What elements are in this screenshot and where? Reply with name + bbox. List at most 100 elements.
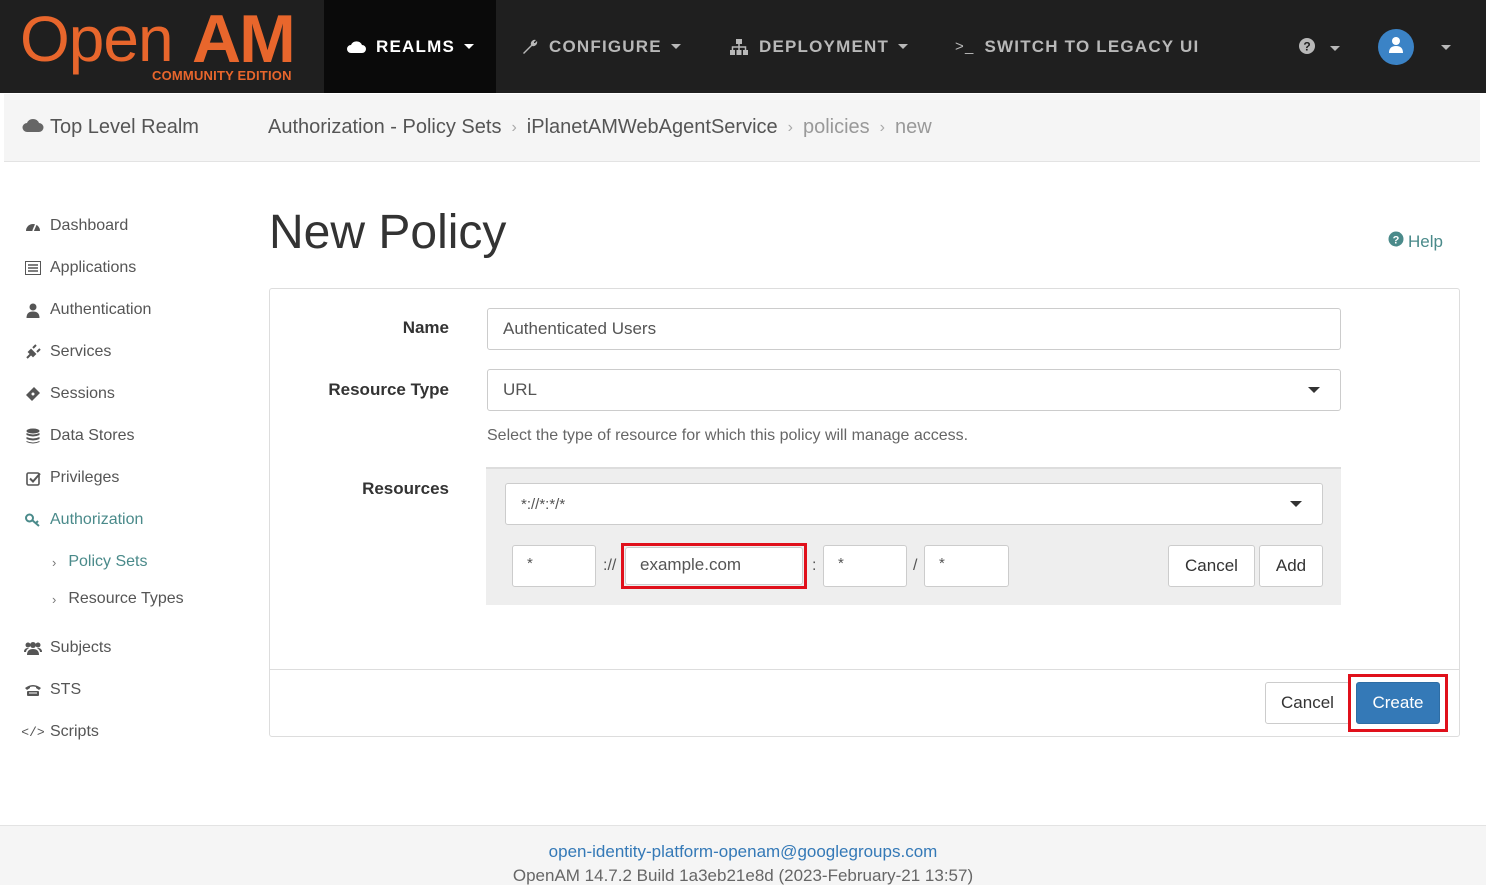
resource-pattern-select[interactable]: *://*:*/* [505, 483, 1323, 525]
breadcrumb: Authorization - Policy Sets › iPlanetAMW… [268, 116, 932, 139]
sidebar-item-label: Sessions [50, 385, 115, 402]
resources-label: Resources [362, 479, 449, 498]
name-input-value: Authenticated Users [503, 319, 657, 338]
dashboard-icon [24, 219, 42, 233]
nav-realms[interactable]: REALMS [324, 0, 496, 93]
chevron-right-icon: › [52, 554, 57, 570]
breadcrumb-current: new [895, 116, 932, 138]
question-circle-icon: ? [1388, 231, 1404, 252]
nav-switch-legacy[interactable]: >_ SWITCH TO LEGACY UI [955, 0, 1199, 93]
sidebar-item-label: Services [50, 343, 112, 360]
database-icon [24, 428, 42, 444]
openam-logo[interactable]: Open AM COMMUNITY EDITION [20, 1, 310, 88]
check-square-icon [24, 471, 42, 486]
sidebar-item-label: Applications [50, 259, 137, 276]
cancel-resource-button[interactable]: Cancel [1168, 545, 1255, 587]
breadcrumb-separator-icon: › [511, 118, 517, 136]
nav-configure[interactable]: CONFIGURE [521, 0, 681, 93]
sidebar-item-authorization[interactable]: Authorization [24, 509, 143, 531]
sidebar-subitem-resource-types[interactable]: › Resource Types [52, 590, 184, 608]
host-highlight [621, 543, 807, 589]
users-icon [24, 641, 42, 655]
breadcrumb-separator-icon: › [787, 118, 793, 136]
sidebar-item-authentication[interactable]: Authentication [24, 299, 151, 321]
chevron-down-icon [1290, 501, 1302, 507]
cloud-icon [346, 40, 366, 54]
breadcrumb-policies[interactable]: policies [803, 116, 870, 139]
question-circle-icon: ? [1298, 37, 1316, 60]
sidebar-item-privileges[interactable]: Privileges [24, 467, 119, 489]
sidebar-item-sessions[interactable]: Sessions [24, 383, 115, 405]
nav-legacy-label: SWITCH TO LEGACY UI [984, 36, 1200, 56]
chevron-right-icon: › [52, 591, 57, 607]
panel-footer-divider [270, 669, 1459, 670]
sidebar-item-applications[interactable]: Applications [24, 257, 136, 279]
resource-type-hint: Select the type of resource for which th… [487, 427, 969, 444]
logo-edition-text: COMMUNITY EDITION [152, 68, 292, 83]
user-menu-chevron-icon[interactable] [1441, 45, 1451, 50]
key-icon [24, 513, 42, 527]
resource-type-label: Resource Type [328, 380, 449, 399]
sidebar-item-label: Authorization [50, 511, 144, 528]
sidebar-item-label: Dashboard [50, 217, 129, 234]
sidebar-item-label: STS [50, 681, 82, 698]
sidebar-item-label: Authentication [50, 301, 152, 318]
breadcrumb-policy-set[interactable]: iPlanetAMWebAgentService [527, 116, 778, 139]
top-navbar: Open AM COMMUNITY EDITION REALMS CONFIGU… [0, 0, 1486, 93]
sidebar-item-services[interactable]: Services [24, 341, 111, 363]
chevron-down-icon [670, 44, 681, 49]
sidebar-item-label: Privileges [50, 469, 120, 486]
sidebar-item-subjects[interactable]: Subjects [24, 637, 111, 659]
plug-icon [24, 344, 42, 360]
sidebar-item-data-stores[interactable]: Data Stores [24, 425, 134, 447]
sidebar-item-label: Data Stores [50, 427, 135, 444]
path-input[interactable]: * [924, 545, 1009, 587]
user-avatar[interactable] [1378, 29, 1414, 65]
path-separator: / [913, 557, 918, 574]
realm-link[interactable]: Top Level Realm [22, 116, 199, 139]
chevron-down-icon [463, 44, 474, 49]
svg-text:?: ? [1393, 235, 1400, 247]
nav-configure-label: CONFIGURE [549, 36, 662, 56]
sidebar-subitem-policy-sets[interactable]: › Policy Sets [52, 553, 147, 571]
sidebar-subitem-label: Policy Sets [68, 553, 148, 570]
nav-deployment[interactable]: DEPLOYMENT [729, 0, 909, 93]
cancel-button[interactable]: Cancel [1265, 682, 1350, 724]
resource-type-select[interactable]: URL [487, 369, 1341, 411]
svg-text:?: ? [1303, 40, 1310, 54]
sidebar-item-label: Scripts [50, 723, 99, 740]
sitemap-icon [729, 38, 749, 56]
resource-pattern-value: *://*:*/* [521, 495, 566, 513]
breadcrumb-separator-icon: › [879, 118, 885, 136]
sidebar-item-scripts[interactable]: </> Scripts [21, 721, 99, 743]
breadcrumb-bar: Top Level Realm Authorization - Policy S… [4, 94, 1480, 162]
sidebar-item-sts[interactable]: STS [24, 679, 81, 701]
sidebar-item-label: Subjects [50, 639, 112, 656]
terminal-icon: >_ [955, 38, 975, 55]
name-input[interactable]: Authenticated Users [487, 308, 1341, 350]
code-icon: </> [21, 724, 45, 740]
port-separator: : [812, 557, 817, 574]
chevron-down-icon [898, 44, 909, 49]
breadcrumb-policy-sets[interactable]: Authorization - Policy Sets [268, 116, 501, 139]
page-footer: open-identity-platform-openam@googlegrou… [0, 825, 1486, 885]
add-resource-button[interactable]: Add [1259, 545, 1323, 587]
nav-deployment-label: DEPLOYMENT [759, 36, 890, 56]
sidebar-subitem-label: Resource Types [68, 590, 184, 607]
help-menu[interactable]: ? [1298, 37, 1340, 60]
page-title: New Policy [269, 206, 507, 259]
create-highlight [1348, 674, 1448, 732]
help-link[interactable]: ? Help [1388, 231, 1443, 252]
ticket-icon [24, 386, 42, 402]
sidebar-item-dashboard[interactable]: Dashboard [24, 215, 128, 237]
support-email-link[interactable]: open-identity-platform-openam@googlegrou… [0, 842, 1486, 862]
build-info: OpenAM 14.7.2 Build 1a3eb21e8d (2023-Feb… [512, 866, 974, 885]
resource-type-value: URL [503, 380, 538, 399]
scheme-input[interactable]: * [512, 545, 596, 587]
logo-am-text: AM [192, 1, 296, 77]
realm-label: Top Level Realm [50, 116, 199, 138]
wrench-icon [521, 38, 539, 56]
port-input[interactable]: * [823, 545, 907, 587]
nav-realms-label: REALMS [376, 36, 455, 56]
chevron-down-icon [1330, 46, 1340, 51]
